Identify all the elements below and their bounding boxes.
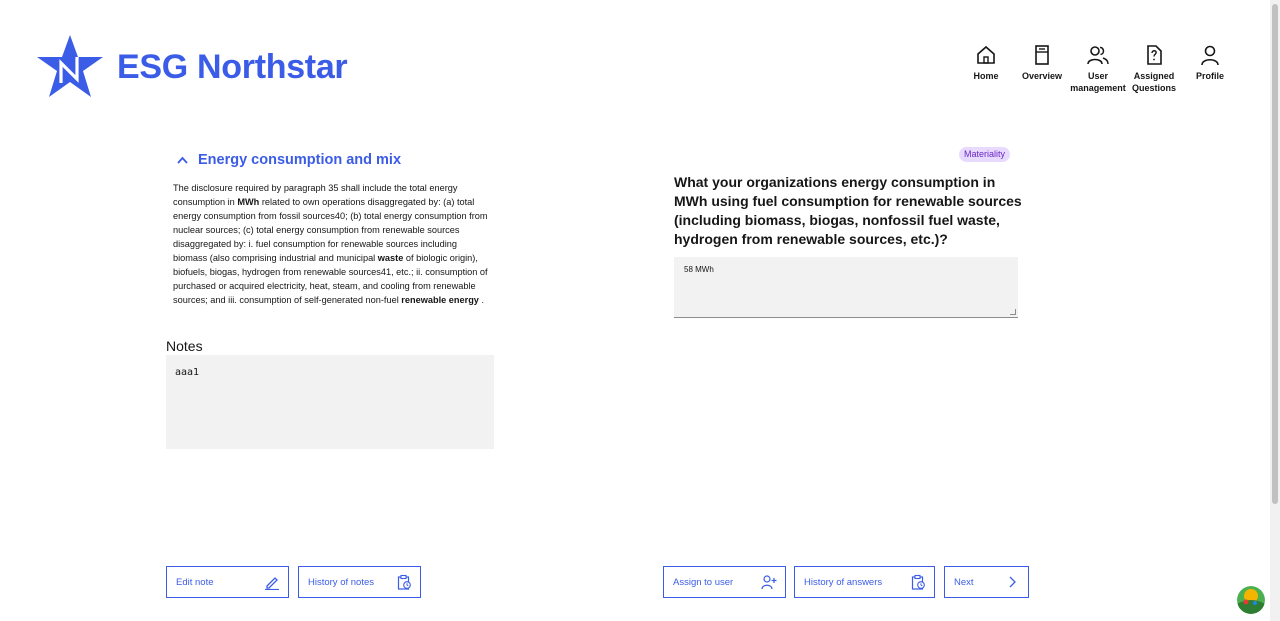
clipboard-history-icon (397, 574, 411, 590)
section-title: Energy consumption and mix (198, 152, 402, 168)
nav-item-profile[interactable]: Profile (1182, 44, 1238, 94)
section-toggle[interactable]: Energy consumption and mix (176, 152, 401, 168)
clipboard-history-icon (911, 574, 925, 590)
nav-label-home: Home (973, 71, 999, 81)
pencil-icon (265, 577, 279, 590)
nav-item-user-management[interactable]: User management (1070, 44, 1126, 94)
assign-to-user-button[interactable]: Assign to user (663, 566, 786, 598)
add-user-icon (761, 575, 777, 590)
app-logo[interactable]: ESG Northstar (37, 35, 348, 99)
app-title: ESG Northstar (117, 47, 348, 86)
nav-label-profile: Profile (1195, 71, 1224, 81)
home-icon (977, 45, 995, 64)
history-of-answers-label: History of answers (804, 576, 883, 588)
materiality-tag: Materiality (959, 147, 1011, 162)
top-navigation: Home Overview User management Assigned Q… (958, 44, 1238, 94)
assistant-avatar-button[interactable] (1237, 586, 1265, 614)
nav-item-assigned-questions[interactable]: Assigned Questions (1126, 44, 1182, 94)
next-label: Next (954, 576, 974, 588)
northstar-logo-icon (37, 35, 103, 97)
resize-handle[interactable] (1010, 309, 1016, 315)
section-description: The disclosure required by paragraph 35 … (173, 183, 488, 305)
question-text: What your organizations energy consumpti… (674, 174, 1022, 247)
history-of-answers-button[interactable]: History of answers (794, 566, 935, 598)
page-scrollbar[interactable] (1270, 0, 1280, 621)
notes-field[interactable]: aaa1 (166, 355, 494, 449)
nav-label-assigned-questions: Assigned Questions (1131, 71, 1176, 93)
edit-note-button[interactable]: Edit note (166, 566, 289, 598)
nav-item-overview[interactable]: Overview (1014, 44, 1070, 94)
nav-label-user-management: User management (1070, 71, 1126, 93)
profile-icon (1201, 45, 1219, 66)
assign-to-user-label: Assign to user (673, 576, 734, 588)
users-icon (1087, 46, 1109, 65)
answer-textarea[interactable]: 58 MWh (674, 257, 1018, 318)
assigned-document-icon (1147, 45, 1162, 65)
history-of-notes-label: History of notes (308, 576, 374, 588)
history-of-notes-button[interactable]: History of notes (298, 566, 421, 598)
edit-note-label: Edit note (176, 576, 214, 588)
notes-label: Notes (166, 338, 203, 354)
assistant-avatar-icon (1237, 586, 1265, 614)
chevron-up-icon (177, 156, 188, 164)
nav-item-home[interactable]: Home (958, 44, 1014, 94)
scrollbar-thumb[interactable] (1272, 4, 1278, 504)
overview-icon (1035, 45, 1049, 65)
chevron-right-icon (1009, 576, 1016, 588)
nav-label-overview: Overview (1021, 71, 1063, 81)
answer-value: 58 MWh (684, 265, 714, 274)
next-button[interactable]: Next (944, 566, 1029, 598)
